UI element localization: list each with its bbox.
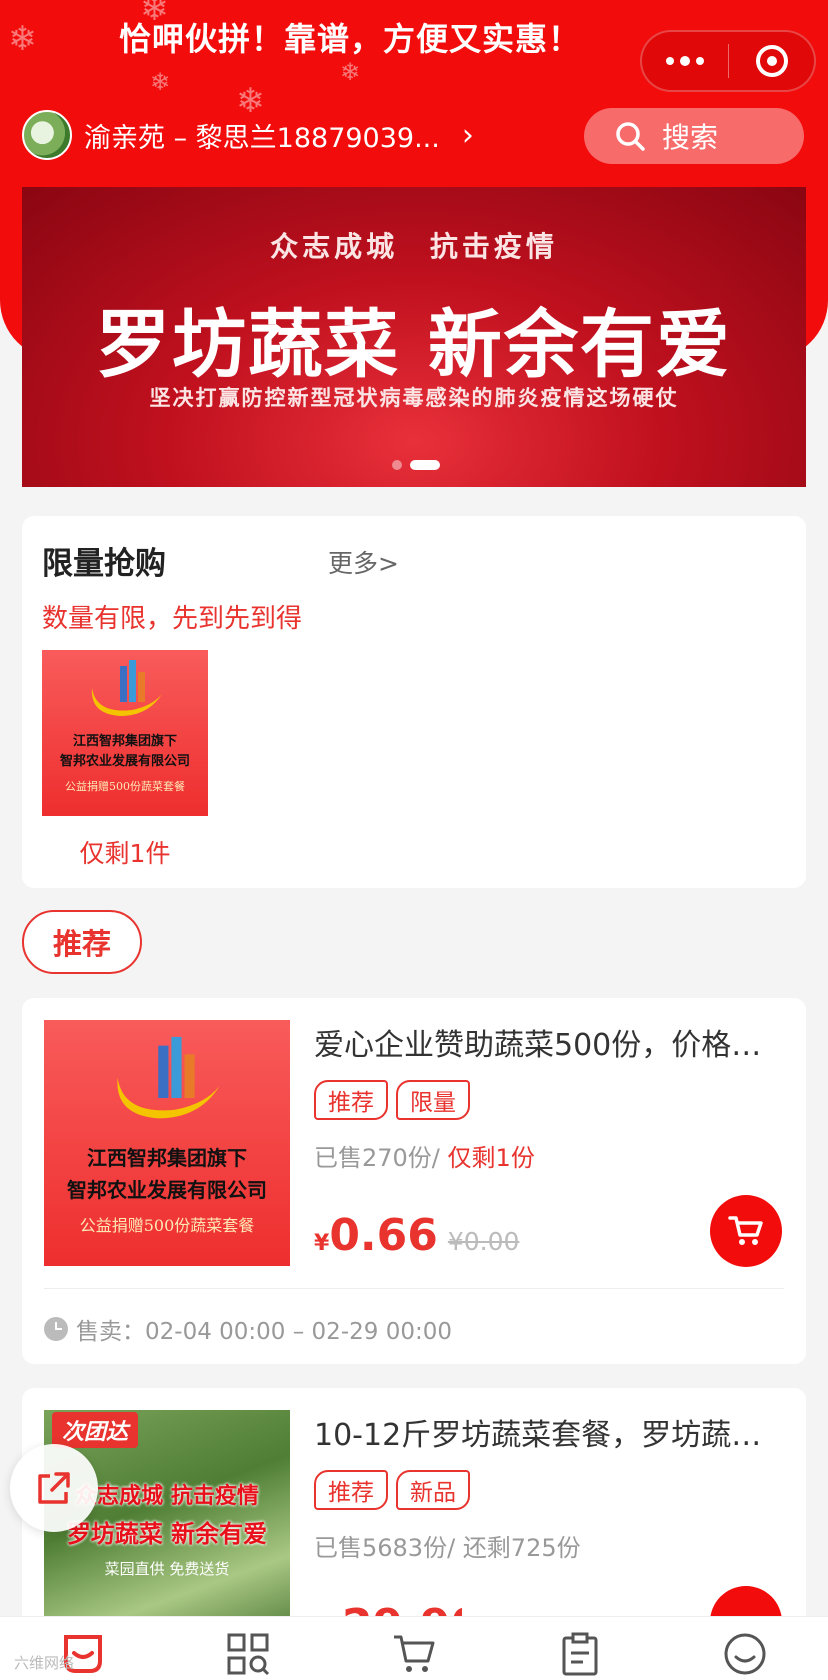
store-selector[interactable]: 渝亲苑 – 黎思兰18879039... › (22, 110, 522, 160)
product-image[interactable]: 江西智邦集团旗下 智邦农业发展有限公司 公益捐赠500份蔬菜套餐 (44, 1020, 290, 1266)
price-value: 0.66 (329, 1210, 438, 1261)
item-image-text: 江西智邦集团旗下 (72, 734, 177, 749)
flash-sale-section: 限量抢购 更多> 数量有限，先到先到得 江西智邦集团旗下 智邦农业发展有限公司 … (22, 516, 806, 888)
product-sales: 已售270份/ 仅剩1份 (314, 1138, 535, 1173)
product-card[interactable]: 次团达 众志成城 抗击疫情 罗坊蔬菜 新余有爱 菜园直供 免费送货 10-12斤… (22, 1388, 806, 1656)
product-tag: 限量 (396, 1080, 470, 1120)
product-image-badge: 次团达 (52, 1412, 139, 1448)
product-image-text: 智邦农业发展有限公司 (67, 1178, 267, 1202)
miniprogram-capsule (640, 30, 816, 92)
header-slogan: 恰呷伙拼！靠谱，方便又实惠！ (118, 20, 581, 58)
more-dots-icon (680, 56, 691, 66)
sale-period: 售卖：02-04 00:00 – 02-29 00:00 (44, 1312, 452, 1346)
clock-icon (44, 1317, 68, 1341)
card-divider (44, 1288, 784, 1289)
product-image-text: 江西智邦集团旗下 (87, 1146, 247, 1170)
flash-sale-item-image[interactable]: 江西智邦集团旗下 智邦农业发展有限公司 公益捐赠500份蔬菜套餐 (42, 650, 208, 816)
product-tag: 推荐 (314, 1470, 388, 1510)
add-to-cart-button[interactable] (710, 1195, 782, 1267)
item-image-text: 智邦农业发展有限公司 (59, 754, 190, 769)
product-title[interactable]: 爱心企业赞助蔬菜500份，价格仅限运费 (314, 1020, 784, 1064)
product-card[interactable]: 江西智邦集团旗下 智邦农业发展有限公司 公益捐赠500份蔬菜套餐 爱心企业赞助蔬… (22, 998, 806, 1364)
profile-icon (724, 1633, 766, 1675)
cart-icon (728, 1216, 763, 1245)
share-icon (38, 1472, 70, 1504)
company-logo-icon (91, 660, 162, 716)
snowflake-icon: ❄ (340, 58, 361, 86)
more-dots-icon (696, 57, 705, 65)
flash-sale-title: 限量抢购 (42, 546, 166, 582)
product-tag: 推荐 (314, 1080, 388, 1120)
tab-cart[interactable] (331, 1617, 497, 1680)
share-button[interactable] (10, 1444, 98, 1532)
sold-count: 已售5683份/ (314, 1534, 456, 1562)
product-tag: 新品 (396, 1470, 470, 1510)
product-tags: 推荐 新品 (314, 1470, 470, 1510)
product-price: ¥0.66 ¥0.00 (314, 1210, 519, 1261)
tab-category[interactable] (166, 1617, 332, 1680)
remaining-count: 仅剩1份 (447, 1144, 535, 1172)
company-logo-icon (117, 1036, 220, 1119)
more-menu-button[interactable] (642, 32, 728, 90)
flash-sale-subtitle: 数量有限，先到先到得 (42, 604, 303, 634)
section-tag-recommended: 推荐 (22, 910, 142, 974)
orders-icon (562, 1632, 598, 1676)
product-image-text: 菜园直供 免费送货 (104, 1560, 230, 1578)
banner-line1: 众志成城 抗击疫情 (270, 230, 558, 263)
search-label: 搜索 (662, 121, 719, 154)
product-sales: 已售5683份/ 还剩725份 (314, 1528, 581, 1563)
bottom-tab-bar (0, 1616, 828, 1680)
store-name: 渝亲苑 – 黎思兰18879039... (84, 122, 440, 154)
item-image-text: 公益捐赠500份蔬菜套餐 (65, 780, 185, 793)
banner-dot (392, 460, 402, 470)
product-title[interactable]: 10-12斤罗坊蔬菜套餐，罗坊蔬菜直供 (314, 1410, 784, 1454)
chevron-right-icon: › (461, 117, 474, 153)
banner-line3: 坚决打赢防控新型冠状病毒感染的肺炎疫情这场硬仗 (149, 386, 679, 410)
banner-dot-active (410, 460, 440, 470)
flash-sale-remaining: 仅剩1件 (79, 839, 171, 868)
more-dots-icon (666, 57, 675, 65)
watermark: 六维网络 (14, 1654, 75, 1672)
product-image-text: 公益捐赠500份蔬菜套餐 (79, 1216, 255, 1235)
close-miniprogram-button[interactable] (729, 32, 814, 90)
banner-headline: 罗坊蔬菜 新余有爱 (96, 302, 732, 388)
store-avatar (22, 110, 72, 160)
promo-banner[interactable]: 众志成城 抗击疫情 罗坊蔬菜 新余有爱 坚决打赢防控新型冠状病毒感染的肺炎疫情这… (22, 187, 806, 487)
search-button[interactable]: 搜索 (584, 108, 804, 164)
product-tags: 推荐 限量 (314, 1080, 470, 1120)
currency-symbol: ¥ (314, 1231, 330, 1256)
sold-count: 已售270份/ (314, 1144, 440, 1172)
original-price: ¥0.00 (447, 1227, 520, 1256)
cart-icon (393, 1635, 435, 1672)
remaining-count: 还剩725份 (462, 1534, 581, 1562)
banner-indicator (392, 460, 440, 470)
target-icon (755, 45, 788, 77)
category-icon (227, 1633, 270, 1676)
tab-orders[interactable] (497, 1617, 663, 1680)
flash-sale-more-link[interactable]: 更多> (328, 544, 399, 580)
sale-period-text: 售卖：02-04 00:00 – 02-29 00:00 (76, 1319, 452, 1345)
snowflake-icon: ❄ (150, 68, 171, 96)
search-icon (616, 122, 645, 151)
tab-profile[interactable] (662, 1617, 828, 1680)
